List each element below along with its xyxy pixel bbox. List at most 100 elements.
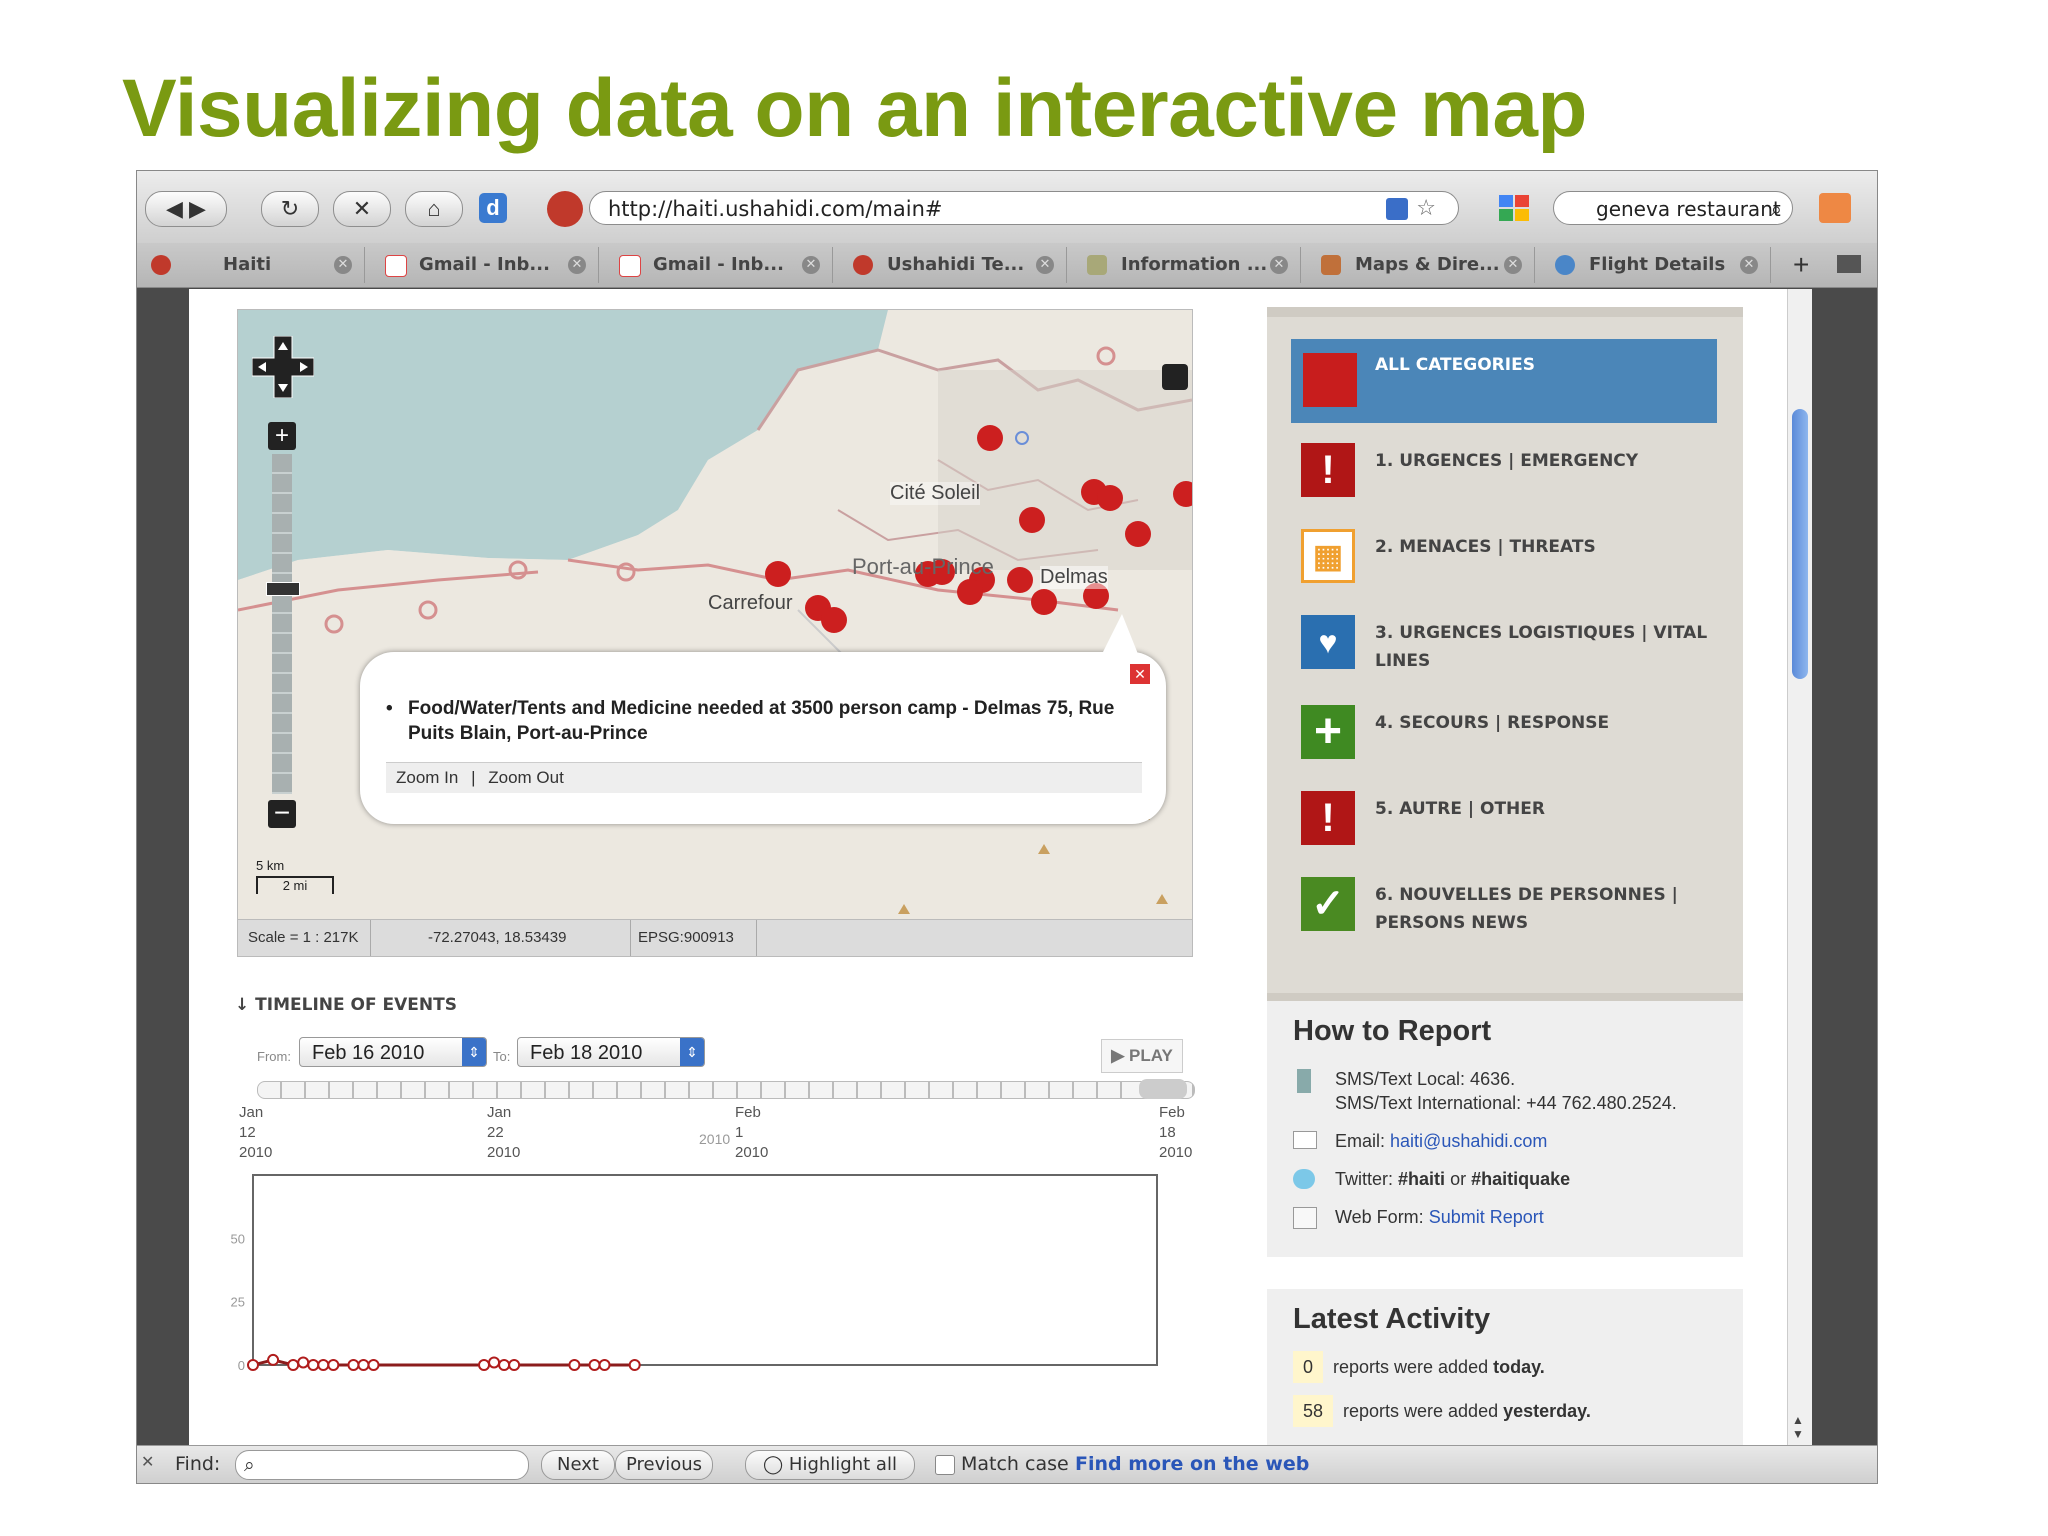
find-bar: ✕ Find: ⌕ Next Previous ◯ Highlight all … bbox=[137, 1445, 1877, 1483]
timeline-slider-handle[interactable] bbox=[1139, 1079, 1187, 1099]
category-persons-news[interactable]: ✓ 6. NOUVELLES DE PERSONNES | PERSONS NE… bbox=[1291, 873, 1721, 953]
tab-haiti[interactable]: Haiti ✕ bbox=[137, 247, 365, 283]
popup-zoom-links: Zoom In | Zoom Out bbox=[386, 762, 1142, 793]
new-tab-icon[interactable]: + bbox=[1793, 249, 1809, 281]
close-icon[interactable]: ✕ bbox=[1270, 256, 1288, 274]
to-date-value: Feb 18 2010 bbox=[530, 1042, 643, 1064]
pan-control[interactable] bbox=[251, 335, 315, 399]
find-previous-button[interactable]: Previous bbox=[615, 1450, 713, 1480]
play-label: PLAY bbox=[1129, 1046, 1173, 1065]
data-point bbox=[297, 1356, 310, 1369]
map-coords-readout: -72.27043, 18.53439 bbox=[428, 929, 567, 946]
reload-icon[interactable]: ↻ bbox=[261, 191, 319, 227]
stop-icon[interactable]: ✕ bbox=[333, 191, 391, 227]
zoom-slider-handle[interactable] bbox=[266, 582, 300, 596]
zoom-slider[interactable] bbox=[272, 454, 292, 794]
map-epsg-readout: EPSG:900913 bbox=[638, 929, 734, 946]
slide-title: Visualizing data on an interactive map bbox=[122, 63, 1588, 154]
delicious-icon[interactable]: d bbox=[479, 193, 507, 223]
star-icon[interactable]: ☆ bbox=[1416, 192, 1436, 226]
highlight-all-label: Highlight all bbox=[788, 1454, 897, 1475]
from-label: From: bbox=[257, 1049, 291, 1064]
twitter-or: or bbox=[1450, 1169, 1467, 1189]
webform-label: Web Form: bbox=[1335, 1207, 1424, 1227]
find-next-button[interactable]: Next bbox=[541, 1450, 615, 1480]
phone-icon bbox=[1297, 1069, 1311, 1093]
close-icon[interactable]: ✕ bbox=[1504, 256, 1522, 274]
from-date-select[interactable]: Feb 16 2010 ⇕ bbox=[299, 1037, 487, 1067]
map-label-delmas: Delmas bbox=[1040, 566, 1108, 589]
timeline-heading[interactable]: ↓ TIMELINE OF EVENTS bbox=[235, 995, 457, 1015]
highlight-all-button[interactable]: ◯ Highlight all bbox=[745, 1450, 915, 1480]
submit-report-link[interactable]: Submit Report bbox=[1429, 1207, 1544, 1227]
data-point bbox=[588, 1359, 601, 1371]
to-date-select[interactable]: Feb 18 2010 ⇕ bbox=[517, 1037, 705, 1067]
layers-icon[interactable] bbox=[1162, 364, 1188, 390]
google-search-engine-icon[interactable] bbox=[1497, 193, 1537, 223]
back-forward-buttons[interactable]: ◀ ▶ bbox=[145, 191, 227, 227]
find-input[interactable]: ⌕ bbox=[235, 1450, 529, 1480]
timeline-slider[interactable] bbox=[257, 1081, 1195, 1099]
popup-zoom-in-link[interactable]: Zoom In bbox=[396, 768, 458, 787]
magnifier-icon[interactable]: ⌕ bbox=[1771, 192, 1782, 224]
search-input[interactable]: geneva restaurant ⌕ bbox=[1553, 191, 1793, 225]
tab-information[interactable]: Information ... ✕ bbox=[1073, 247, 1301, 283]
map-view[interactable]: Cité Soleil Port-au-Prince Delmas Carref… bbox=[237, 309, 1193, 921]
y-tick-label-2: 50 bbox=[231, 1231, 245, 1246]
extension-icon[interactable] bbox=[1819, 193, 1851, 223]
close-icon[interactable]: ✕ bbox=[568, 256, 586, 274]
exclamation-icon: ! bbox=[1301, 791, 1355, 845]
date-tick-3: Feb 1 2010 bbox=[735, 1104, 769, 1161]
yesterday-count: 58 bbox=[1293, 1395, 1333, 1427]
scrollbar-thumb[interactable] bbox=[1792, 409, 1808, 679]
ushahidi-icon bbox=[853, 255, 873, 275]
popup-report-item[interactable]: • Food/Water/Tents and Medicine needed a… bbox=[386, 696, 1126, 746]
threat-icon: ▦ bbox=[1301, 529, 1355, 583]
tab-strip: Haiti ✕ Gmail - Inb... ✕ Gmail - Inb... … bbox=[137, 243, 1877, 288]
match-case-checkbox[interactable] bbox=[935, 1455, 955, 1475]
category-other[interactable]: ! 5. AUTRE | OTHER bbox=[1291, 787, 1721, 867]
rss-icon[interactable] bbox=[1386, 198, 1408, 220]
map-label-cite-soleil: Cité Soleil bbox=[890, 482, 981, 505]
url-bar[interactable]: http://haiti.ushahidi.com/main# ☆ bbox=[589, 191, 1459, 225]
scroll-arrows-icon[interactable]: ▲ ▼ bbox=[1792, 1413, 1804, 1441]
popup-close-icon[interactable]: ✕ bbox=[1130, 664, 1150, 684]
close-icon[interactable]: ✕ bbox=[1740, 256, 1758, 274]
category-response[interactable]: + 4. SECOURS | RESPONSE bbox=[1291, 701, 1721, 781]
maps-icon bbox=[1321, 255, 1341, 275]
today-text: reports were added bbox=[1333, 1357, 1489, 1377]
email-link[interactable]: haiti@ushahidi.com bbox=[1390, 1131, 1547, 1151]
data-point bbox=[247, 1359, 259, 1371]
close-find-icon[interactable]: ✕ bbox=[141, 1452, 154, 1471]
vertical-scrollbar[interactable]: ▲ ▼ bbox=[1787, 289, 1812, 1445]
zoom-out-button[interactable]: − bbox=[268, 799, 296, 828]
data-point bbox=[508, 1359, 521, 1371]
scale-km: 5 km bbox=[256, 858, 285, 873]
zoom-in-button[interactable]: + bbox=[268, 422, 296, 450]
close-icon[interactable]: ✕ bbox=[802, 256, 820, 274]
browser-window: ◀ ▶ ↻ ✕ ⌂ d http://haiti.ushahidi.com/ma… bbox=[136, 170, 1878, 1484]
popup-zoom-out-link[interactable]: Zoom Out bbox=[488, 768, 564, 787]
page-icon bbox=[1087, 255, 1107, 275]
data-point bbox=[357, 1359, 370, 1371]
category-all[interactable]: ALL CATEGORIES bbox=[1291, 339, 1717, 423]
y-tick-label-0: 0 bbox=[238, 1358, 245, 1373]
home-icon[interactable]: ⌂ bbox=[405, 191, 463, 227]
select-arrows-icon: ⇕ bbox=[462, 1038, 486, 1066]
category-threats[interactable]: ▦ 2. MENACES | THREATS bbox=[1291, 525, 1721, 605]
close-icon[interactable]: ✕ bbox=[334, 256, 352, 274]
browser-toolbar: ◀ ▶ ↻ ✕ ⌂ d http://haiti.ushahidi.com/ma… bbox=[137, 171, 1877, 244]
play-button[interactable]: ▶ PLAY bbox=[1101, 1039, 1183, 1073]
tab-maps[interactable]: Maps & Dire... ✕ bbox=[1307, 247, 1535, 283]
tab-ushahidi[interactable]: Ushahidi Te... ✕ bbox=[839, 247, 1067, 283]
category-emergency[interactable]: ! 1. URGENCES | EMERGENCY bbox=[1291, 439, 1721, 519]
close-icon[interactable]: ✕ bbox=[1036, 256, 1054, 274]
tab-gmail-2[interactable]: Gmail - Inb... ✕ bbox=[605, 247, 833, 283]
plus-icon: + bbox=[1301, 705, 1355, 759]
vital-lines-icon: ♥ bbox=[1301, 615, 1355, 669]
tab-gmail-1[interactable]: Gmail - Inb... ✕ bbox=[371, 247, 599, 283]
tab-flight-details[interactable]: Flight Details ✕ bbox=[1541, 247, 1771, 283]
tab-list-icon[interactable] bbox=[1837, 255, 1861, 273]
category-vital-lines[interactable]: ♥ 3. URGENCES LOGISTIQUES | VITAL LINES bbox=[1291, 611, 1721, 691]
find-more-link[interactable]: Find more on the web bbox=[1075, 1453, 1309, 1475]
